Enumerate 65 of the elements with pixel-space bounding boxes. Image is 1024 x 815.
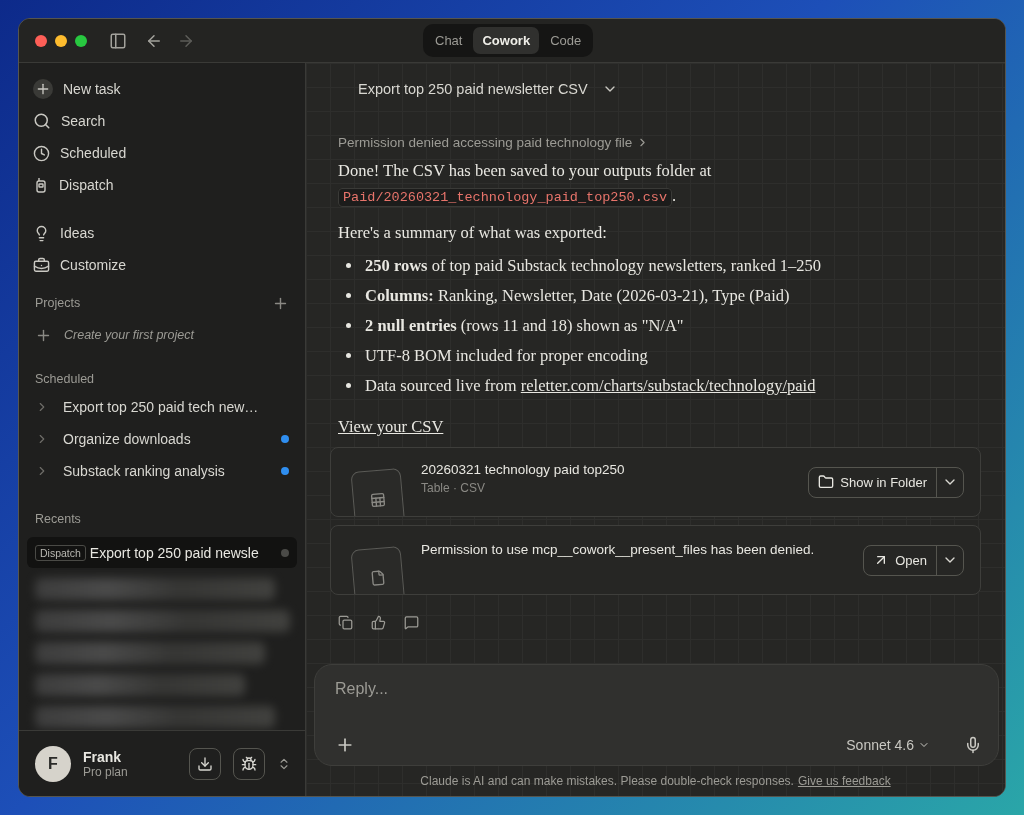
plus-icon <box>33 79 53 99</box>
user-plan: Pro plan <box>83 764 129 779</box>
dispatch-tag: Dispatch <box>35 544 86 561</box>
copy-icon[interactable] <box>338 615 353 630</box>
bullet <box>346 383 351 388</box>
sidebar-item[interactable]: Search <box>27 105 297 137</box>
window-control[interactable] <box>75 34 87 47</box>
status-dot <box>281 548 289 557</box>
message-text: Here's a summary of what was exported: <box>338 222 608 244</box>
task-item[interactable]: Export top 250 paid tech new… <box>27 391 297 423</box>
disclaimer-text: Claude is AI and can make mistakes. Please double-check responses. <box>420 774 794 788</box>
file-name: 20260321 technology paid top250 <box>421 462 626 477</box>
mode-tab[interactable]: Chat <box>426 27 472 54</box>
comment-icon[interactable] <box>404 615 419 630</box>
clock-icon <box>33 144 50 162</box>
feedback-link[interactable]: Give us feedback <box>797 774 891 788</box>
bullet <box>346 353 351 358</box>
list-item-text: Columns: Ranking, Newsletter, Date (2026-03-21), Type (Paid) <box>365 285 790 307</box>
window-control[interactable] <box>55 34 67 47</box>
message-text: Done! The CSV has been saved to your outputs folder at Paid/20260321_technology_paid_top250.csv . <box>338 160 713 208</box>
download-button[interactable] <box>189 747 221 780</box>
source-link[interactable]: reletter.com/charts/substack/technology/paid <box>520 376 816 395</box>
reply-field[interactable]: Reply... <box>335 677 982 701</box>
bullet <box>346 263 351 268</box>
task-item[interactable]: Substack ranking analysis <box>27 455 297 487</box>
sidebar-toggle-icon[interactable] <box>109 31 127 50</box>
file-meta: Table · CSV <box>421 481 487 495</box>
bug-button[interactable] <box>233 747 265 780</box>
conversation-title[interactable]: Export top 250 paid newsletter CSV <box>358 81 588 97</box>
section-heading: Scheduled <box>35 372 95 386</box>
table-icon <box>369 491 387 509</box>
search-icon <box>33 112 51 130</box>
file-name: Permission to use mcp__cowork__present_files has been denied. <box>421 542 816 557</box>
sidebar-item[interactable]: Dispatch <box>27 169 297 201</box>
mode-tab[interactable]: Cowork <box>473 27 540 54</box>
recent-item[interactable]: Dispatch Export top 250 paid newsle <box>27 537 297 568</box>
mode-tab[interactable]: Code <box>541 27 591 54</box>
tool-note[interactable]: Permission denied accessing paid technology file <box>338 135 981 150</box>
list-item-text: UTF-8 BOM included for proper encoding <box>365 345 648 367</box>
bullet <box>346 293 351 298</box>
walkie-talkie-icon <box>33 177 49 193</box>
sidebar-item[interactable]: Scheduled <box>27 137 297 169</box>
window-control[interactable] <box>35 34 47 47</box>
bug-icon <box>241 755 257 772</box>
thumbs-up-icon[interactable] <box>371 615 386 630</box>
sidebar-item[interactable]: Ideas <box>27 217 297 249</box>
view-csv-link[interactable]: View your CSV <box>338 417 444 436</box>
user-name: Frank <box>83 748 123 765</box>
microphone-icon[interactable] <box>964 736 982 754</box>
sidebar-item[interactable]: Customize <box>27 249 297 281</box>
task-item[interactable]: Organize downloads <box>27 423 297 455</box>
list-item-text: 2 null entries (rows 11 and 18) shown as "N/A" <box>365 315 684 337</box>
avatar[interactable]: F <box>35 745 71 782</box>
folder-icon <box>818 474 835 490</box>
document-icon <box>369 569 387 587</box>
create-project-item[interactable]: Create your first project <box>27 319 297 351</box>
list-item-text: 250 rows of top paid Substack technology newsletters, ranked 1–250 <box>365 255 822 277</box>
model-selector[interactable]: Sonnet 4.6 <box>840 736 936 754</box>
bullet <box>346 323 351 328</box>
section-heading: Projects <box>35 296 81 310</box>
section-heading: Recents <box>35 512 81 526</box>
download-icon <box>197 755 213 772</box>
toolbox-icon <box>33 256 50 274</box>
list-item-text: Data sourced live from reletter.com/charts/substack/technology/paid <box>365 375 816 397</box>
sidebar-item[interactable]: New task <box>27 73 297 105</box>
